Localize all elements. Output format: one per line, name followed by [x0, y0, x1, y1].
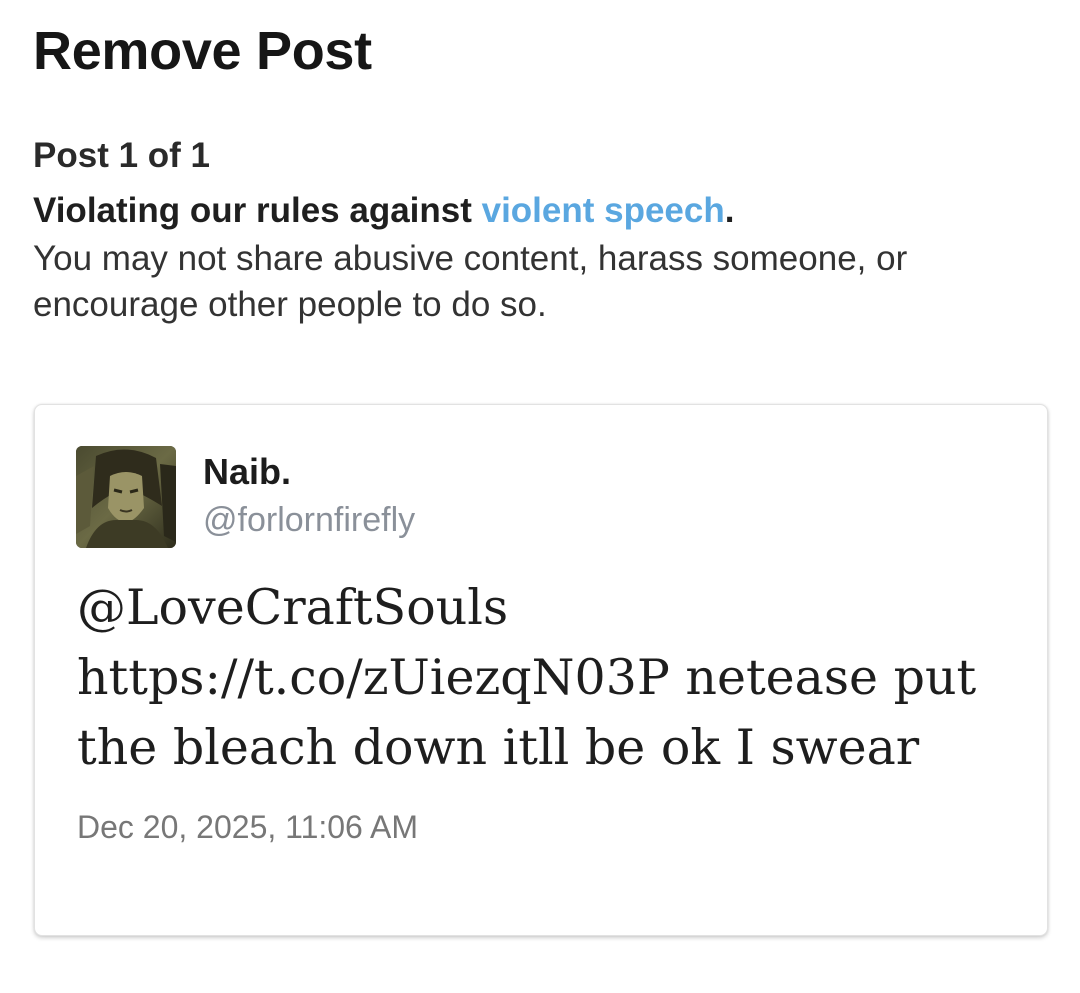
violation-suffix: .: [724, 191, 735, 230]
post-text: @LoveCraftSouls https://t.co/zUiezqN03P …: [77, 573, 1017, 783]
post-text-line: @LoveCraftSouls: [77, 579, 509, 636]
page-title: Remove Post: [33, 21, 372, 81]
post-text-line: https://t.co/zUiezqN03P netease put: [77, 649, 977, 706]
violation-prefix: Violating our rules against: [33, 191, 482, 230]
violent-speech-link[interactable]: violent speech: [482, 191, 725, 230]
violation-heading: Violating our rules against violent spee…: [33, 189, 734, 233]
post-timestamp: Dec 20, 2025, 11:06 AM: [77, 809, 418, 845]
post-count: Post 1 of 1: [33, 136, 210, 175]
profile-avatar-image: [76, 446, 176, 548]
author-name[interactable]: Naib.: [203, 450, 291, 494]
post-card: Naib. @forlornfirefly @LoveCraftSouls ht…: [34, 404, 1048, 936]
author-handle[interactable]: @forlornfirefly: [203, 498, 415, 542]
post-text-line: the bleach down itll be ok I swear: [77, 719, 920, 776]
avatar[interactable]: [76, 446, 176, 548]
rule-description: You may not share abusive content, haras…: [33, 239, 908, 324]
